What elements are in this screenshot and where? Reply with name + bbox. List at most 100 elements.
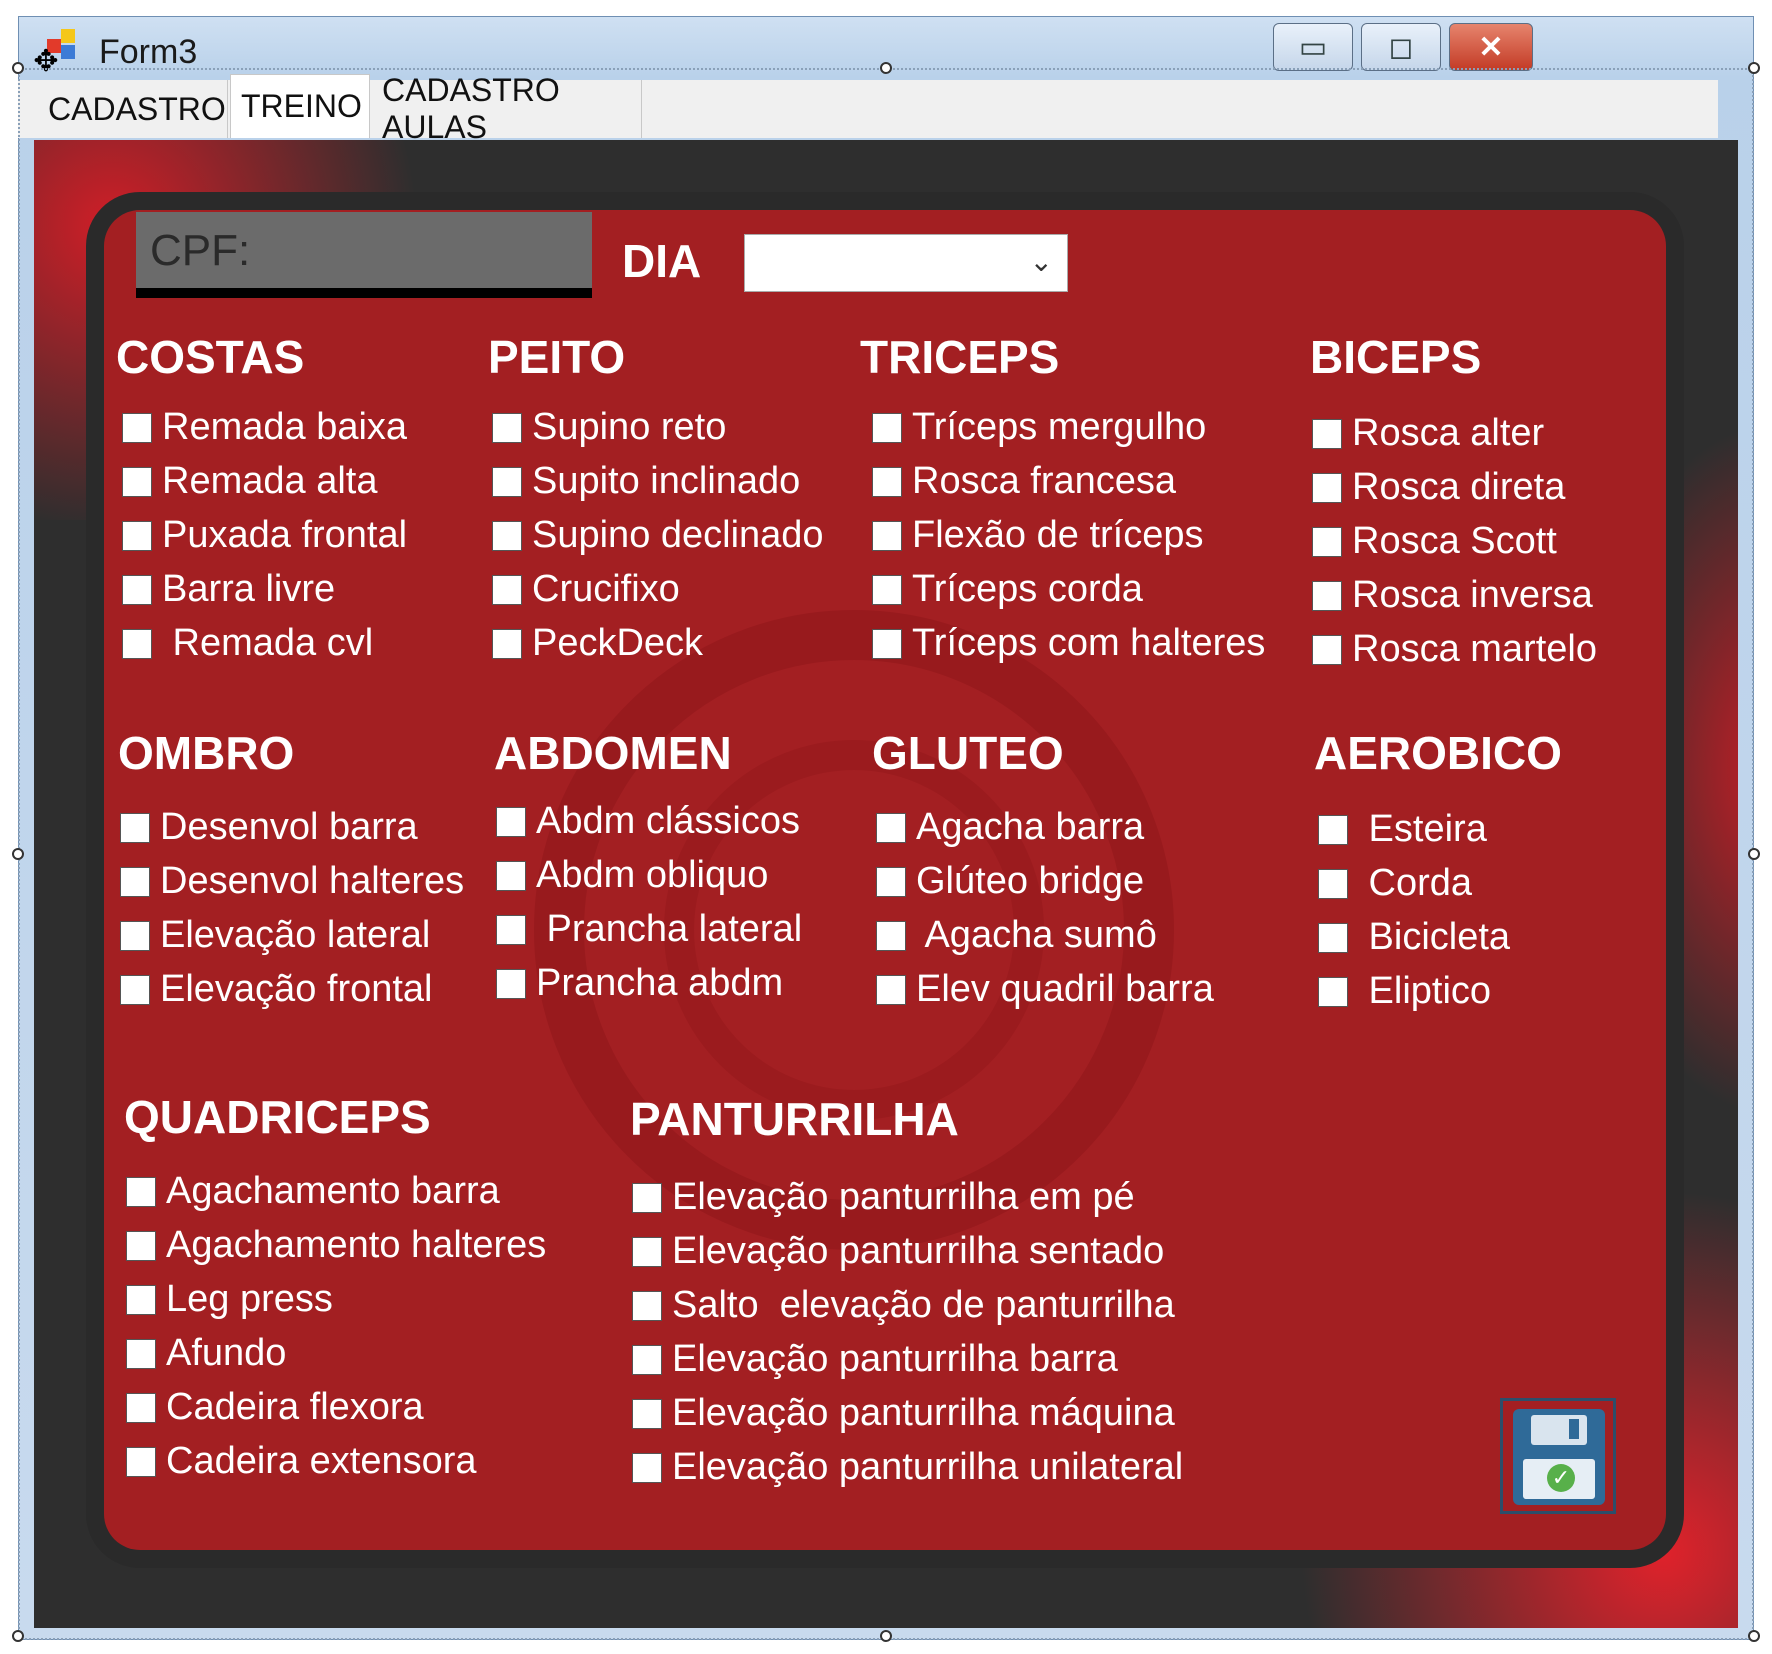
exercise-checkbox-item[interactable]: Rosca direta xyxy=(1312,466,1565,509)
exercise-checkbox-item[interactable]: Elevação frontal xyxy=(120,968,433,1011)
exercise-checkbox-item[interactable]: Elevação panturrilha em pé xyxy=(632,1176,1135,1219)
exercise-checkbox-item[interactable]: Agachamento halteres xyxy=(126,1224,546,1267)
exercise-checkbox-item[interactable]: Glúteo bridge xyxy=(876,860,1144,903)
exercise-checkbox-item[interactable]: Puxada frontal xyxy=(122,514,407,557)
exercise-checkbox-item[interactable]: Desenvol barra xyxy=(120,806,418,849)
exercise-checkbox-item[interactable]: Crucifixo xyxy=(492,568,680,611)
exercise-checkbox-item[interactable]: Abdm obliquo xyxy=(496,854,768,897)
exercise-checkbox-item[interactable]: Elev quadril barra xyxy=(876,968,1214,1011)
checkbox[interactable] xyxy=(632,1398,662,1429)
tab-cadastro[interactable]: CADASTRO xyxy=(38,80,228,138)
maximize-button[interactable]: ◻ xyxy=(1361,23,1441,71)
exercise-checkbox-item[interactable]: Flexão de tríceps xyxy=(872,514,1203,557)
checkbox[interactable] xyxy=(122,466,152,497)
checkbox[interactable] xyxy=(1318,922,1348,953)
exercise-checkbox-item[interactable]: Eliptico xyxy=(1318,970,1491,1013)
checkbox[interactable] xyxy=(492,628,522,659)
exercise-checkbox-item[interactable]: Rosca martelo xyxy=(1312,628,1597,671)
close-button[interactable]: ✕ xyxy=(1449,23,1533,71)
exercise-checkbox-item[interactable]: Remada baixa xyxy=(122,406,407,449)
exercise-checkbox-item[interactable]: Desenvol halteres xyxy=(120,860,464,903)
checkbox[interactable] xyxy=(876,920,906,951)
checkbox[interactable] xyxy=(120,812,150,843)
resize-handle[interactable] xyxy=(1748,1630,1760,1642)
tab-cadastro-aulas[interactable]: CADASTRO AULAS xyxy=(372,72,642,145)
checkbox[interactable] xyxy=(120,920,150,951)
checkbox[interactable] xyxy=(872,628,902,659)
checkbox[interactable] xyxy=(120,974,150,1005)
exercise-checkbox-item[interactable]: Prancha lateral xyxy=(496,908,802,951)
checkbox[interactable] xyxy=(492,574,522,605)
exercise-checkbox-item[interactable]: Rosca francesa xyxy=(872,460,1176,503)
resize-handle[interactable] xyxy=(880,62,892,74)
exercise-checkbox-item[interactable]: Cadeira extensora xyxy=(126,1440,477,1483)
exercise-checkbox-item[interactable]: Rosca Scott xyxy=(1312,520,1557,563)
checkbox[interactable] xyxy=(122,574,152,605)
checkbox[interactable] xyxy=(122,412,152,443)
save-button[interactable]: ✓ xyxy=(1500,1398,1616,1514)
checkbox[interactable] xyxy=(1318,868,1348,899)
exercise-checkbox-item[interactable]: Supino declinado xyxy=(492,514,824,557)
exercise-checkbox-item[interactable]: Tríceps com halteres xyxy=(872,622,1265,665)
exercise-checkbox-item[interactable]: Rosca inversa xyxy=(1312,574,1593,617)
checkbox[interactable] xyxy=(126,1176,156,1207)
checkbox[interactable] xyxy=(632,1182,662,1213)
checkbox[interactable] xyxy=(872,574,902,605)
resize-handle[interactable] xyxy=(12,62,24,74)
exercise-checkbox-item[interactable]: Rosca alter xyxy=(1312,412,1544,455)
exercise-checkbox-item[interactable]: Salto elevação de panturrilha xyxy=(632,1284,1175,1327)
resize-handle[interactable] xyxy=(880,1630,892,1642)
checkbox[interactable] xyxy=(876,812,906,843)
exercise-checkbox-item[interactable]: Supino reto xyxy=(492,406,726,449)
exercise-checkbox-item[interactable]: Agacha barra xyxy=(876,806,1144,849)
checkbox[interactable] xyxy=(126,1284,156,1315)
resize-handle[interactable] xyxy=(1748,848,1760,860)
exercise-checkbox-item[interactable]: Prancha abdm xyxy=(496,962,783,1005)
checkbox[interactable] xyxy=(126,1392,156,1423)
checkbox[interactable] xyxy=(126,1446,156,1477)
exercise-checkbox-item[interactable]: Abdm clássicos xyxy=(496,800,800,843)
checkbox[interactable] xyxy=(872,412,902,443)
checkbox[interactable] xyxy=(1312,526,1342,557)
exercise-checkbox-item[interactable]: Elevação panturrilha máquina xyxy=(632,1392,1175,1435)
cpf-field[interactable]: CPF: xyxy=(136,212,592,298)
exercise-checkbox-item[interactable]: Bicicleta xyxy=(1318,916,1510,959)
tab-treino[interactable]: TREINO xyxy=(230,74,370,138)
checkbox[interactable] xyxy=(122,628,152,659)
exercise-checkbox-item[interactable]: Elevação lateral xyxy=(120,914,430,957)
exercise-checkbox-item[interactable]: Corda xyxy=(1318,862,1472,905)
exercise-checkbox-item[interactable]: Elevação panturrilha barra xyxy=(632,1338,1118,1381)
exercise-checkbox-item[interactable]: Esteira xyxy=(1318,808,1487,851)
checkbox[interactable] xyxy=(126,1230,156,1261)
checkbox[interactable] xyxy=(496,914,526,945)
checkbox[interactable] xyxy=(122,520,152,551)
exercise-checkbox-item[interactable]: Supito inclinado xyxy=(492,460,800,503)
exercise-checkbox-item[interactable]: Barra livre xyxy=(122,568,335,611)
checkbox[interactable] xyxy=(876,974,906,1005)
resize-handle[interactable] xyxy=(1748,62,1760,74)
checkbox[interactable] xyxy=(872,520,902,551)
move-cross-icon[interactable]: ✥ xyxy=(28,44,64,80)
dia-select[interactable]: ⌄ xyxy=(744,234,1068,292)
checkbox[interactable] xyxy=(120,866,150,897)
exercise-checkbox-item[interactable]: Cadeira flexora xyxy=(126,1386,424,1429)
exercise-checkbox-item[interactable]: Afundo xyxy=(126,1332,286,1375)
exercise-checkbox-item[interactable]: Tríceps mergulho xyxy=(872,406,1206,449)
exercise-checkbox-item[interactable]: PeckDeck xyxy=(492,622,703,665)
checkbox[interactable] xyxy=(492,466,522,497)
checkbox[interactable] xyxy=(496,806,526,837)
checkbox[interactable] xyxy=(492,520,522,551)
checkbox[interactable] xyxy=(1312,580,1342,611)
exercise-checkbox-item[interactable]: Leg press xyxy=(126,1278,333,1321)
checkbox[interactable] xyxy=(632,1290,662,1321)
checkbox[interactable] xyxy=(876,866,906,897)
checkbox[interactable] xyxy=(1318,814,1348,845)
exercise-checkbox-item[interactable]: Remada cvl xyxy=(122,622,373,665)
exercise-checkbox-item[interactable]: Elevação panturrilha sentado xyxy=(632,1230,1164,1273)
checkbox[interactable] xyxy=(632,1344,662,1375)
checkbox[interactable] xyxy=(492,412,522,443)
exercise-checkbox-item[interactable]: Agachamento barra xyxy=(126,1170,500,1213)
checkbox[interactable] xyxy=(872,466,902,497)
exercise-checkbox-item[interactable]: Remada alta xyxy=(122,460,377,503)
checkbox[interactable] xyxy=(632,1452,662,1483)
